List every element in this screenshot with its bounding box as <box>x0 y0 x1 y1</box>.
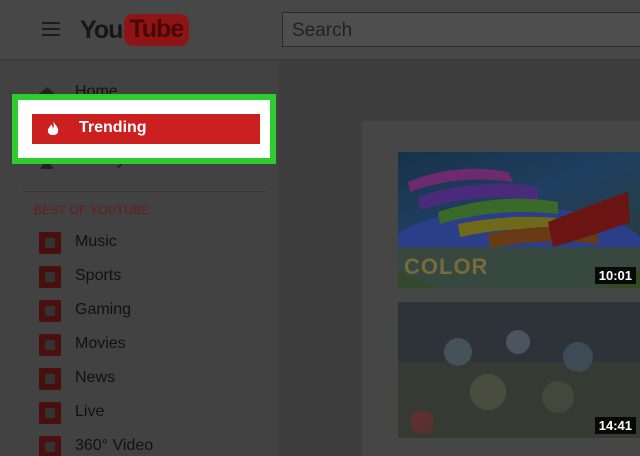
top-bar: You Tube Search <box>0 0 640 60</box>
flame-icon <box>47 121 59 135</box>
sidebar-item-sports[interactable]: Sports <box>30 262 260 292</box>
sidebar-item-label: Trending <box>79 119 147 136</box>
section-title: BEST OF YOUTUBE <box>34 203 150 217</box>
logo-tube-text: Tube <box>124 14 190 46</box>
sidebar-item-music[interactable]: Music <box>30 228 260 258</box>
sidebar-item-label: 360° Video <box>75 437 154 454</box>
sidebar-item-360-video[interactable]: 360° Video <box>30 432 260 456</box>
sidebar-divider <box>22 191 267 192</box>
thumbnail-text: COLOR <box>404 254 489 279</box>
video-thumbnail[interactable]: COLOR 10:01 <box>398 152 640 288</box>
sidebar-item-label: Sports <box>75 267 122 284</box>
sports-icon <box>39 266 61 288</box>
logo-you-text: You <box>80 15 123 44</box>
sidebar-item-trending[interactable]: Trending <box>32 114 260 144</box>
sidebar-item-label: News <box>75 369 116 386</box>
gaming-icon <box>39 300 61 322</box>
sidebar-item-movies[interactable]: Movies <box>30 330 260 360</box>
video-duration: 14:41 <box>594 417 636 434</box>
live-icon <box>39 402 61 424</box>
news-icon <box>39 368 61 390</box>
trending-highlight-frame: Trending <box>12 94 276 164</box>
sidebar-item-label: Movies <box>75 335 126 352</box>
sidebar-item-label: Gaming <box>75 301 132 318</box>
sidebar-item-label: Music <box>75 233 117 250</box>
menu-icon[interactable] <box>42 22 60 36</box>
video-360-icon <box>39 436 61 456</box>
music-icon <box>39 232 61 254</box>
video-duration: 10:01 <box>594 267 636 284</box>
movies-icon <box>39 334 61 356</box>
sidebar-item-news[interactable]: News <box>30 364 260 394</box>
sidebar-item-gaming[interactable]: Gaming <box>30 296 260 326</box>
sidebar-item-label: Live <box>75 403 105 420</box>
search-placeholder: Search <box>292 20 353 41</box>
video-thumbnail[interactable]: 14:41 <box>398 302 640 438</box>
youtube-logo[interactable]: You Tube <box>80 12 190 48</box>
sidebar-item-live[interactable]: Live <box>30 398 260 428</box>
search-input[interactable]: Search <box>282 12 640 47</box>
